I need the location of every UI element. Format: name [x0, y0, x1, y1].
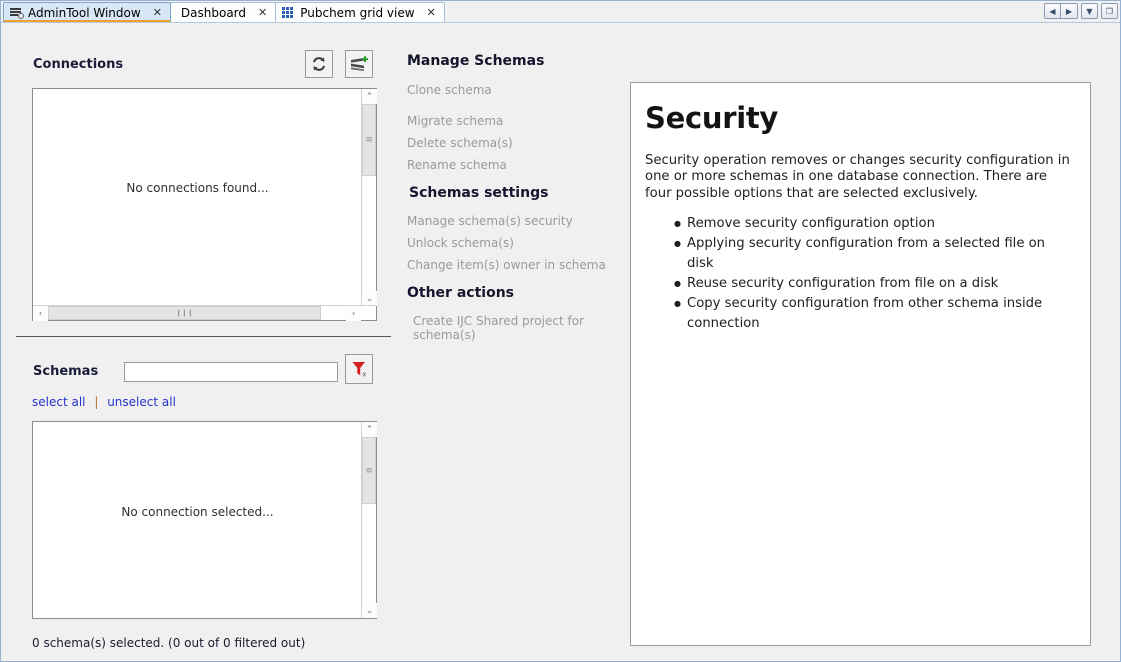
action-group-title: Other actions [407, 285, 622, 301]
unselect-all-link[interactable]: unselect all [107, 395, 176, 409]
actions-column: Manage Schemas Clone schema Migrate sche… [407, 53, 622, 342]
scroll-down-icon[interactable]: ⌄ [362, 603, 377, 618]
tab-strip: AdminTool Window ✕ Dashboard ✕ Pubchem g… [3, 1, 444, 22]
action-group-schemas-settings: Schemas settings Manage schema(s) securi… [407, 185, 622, 272]
close-icon[interactable]: ✕ [151, 6, 164, 19]
content-area: Connections No connections found... [1, 23, 1120, 661]
schemas-empty-message: No connection selected... [33, 505, 362, 519]
connections-empty-message: No connections found... [33, 181, 362, 195]
help-panel-title: Security [645, 101, 1074, 135]
panel-divider [16, 336, 391, 337]
vertical-scroll-thumb[interactable]: ≡ [362, 437, 376, 504]
filter-clear-icon: x [351, 360, 368, 378]
clear-filter-button[interactable]: x [345, 354, 373, 384]
scroll-down-icon[interactable]: ⌄ [362, 291, 377, 306]
refresh-connections-button[interactable] [305, 50, 333, 78]
action-unlock-schemas[interactable]: Unlock schema(s) [407, 236, 622, 250]
connections-list[interactable]: No connections found... ⌃ ≡ ⌄ ‹ ❙❙❙ › [32, 88, 377, 321]
help-panel-bullet-list: Remove security configuration option App… [645, 214, 1074, 334]
schemas-header: Schemas [33, 364, 98, 379]
tab-list-dropdown-button[interactable]: ▼ [1081, 3, 1098, 19]
admin-tool-window: AdminTool Window ✕ Dashboard ✕ Pubchem g… [0, 0, 1121, 662]
tab-bar: AdminTool Window ✕ Dashboard ✕ Pubchem g… [1, 1, 1121, 23]
schemas-vertical-scrollbar[interactable]: ⌃ ≡ ⌄ [361, 422, 376, 618]
action-create-ijc-shared-project[interactable]: Create IJC Shared project for schema(s) [413, 314, 622, 342]
add-connection-icon [349, 55, 369, 73]
window-controls: ◀ ▶ ▼ ❐ [1044, 3, 1118, 19]
scroll-right-icon[interactable]: › [346, 306, 361, 321]
schemas-status-text: 0 schema(s) selected. (0 out of 0 filter… [32, 636, 305, 650]
scroll-tabs-left-button[interactable]: ◀ [1044, 3, 1061, 19]
admin-tool-icon [10, 6, 24, 19]
action-group-manage-schemas: Manage Schemas Clone schema Migrate sche… [407, 53, 622, 172]
grid-icon [282, 6, 296, 19]
help-panel-paragraph: Security operation removes or changes se… [645, 153, 1074, 202]
scroll-left-icon[interactable]: ‹ [33, 306, 48, 321]
scroll-tabs-right-button[interactable]: ▶ [1061, 3, 1078, 19]
list-item: Copy security configuration from other s… [687, 294, 1074, 334]
action-group-title: Manage Schemas [407, 53, 622, 69]
schema-filter-input[interactable] [124, 362, 338, 382]
connections-horizontal-scrollbar[interactable]: ‹ ❙❙❙ › [33, 305, 376, 320]
select-links: select all | unselect all [32, 395, 176, 409]
tab-dashboard[interactable]: Dashboard ✕ [170, 2, 276, 22]
schemas-title: Schemas [33, 364, 98, 379]
action-change-items-owner[interactable]: Change item(s) owner in schema [407, 258, 622, 272]
action-manage-schemas-security[interactable]: Manage schema(s) security [407, 214, 622, 228]
tab-admintool-window[interactable]: AdminTool Window ✕ [3, 2, 171, 22]
action-delete-schemas[interactable]: Delete schema(s) [407, 136, 622, 150]
action-group-title: Schemas settings [409, 185, 622, 201]
list-item: Reuse security configuration from file o… [687, 274, 1074, 294]
close-icon[interactable]: ✕ [256, 6, 269, 19]
svg-text:x: x [362, 370, 366, 378]
action-clone-schema[interactable]: Clone schema [407, 83, 622, 97]
action-group-other-actions: Other actions Create IJC Shared project … [407, 285, 622, 342]
link-separator: | [94, 395, 98, 409]
security-help-panel: Security Security operation removes or c… [630, 82, 1091, 646]
restore-window-button[interactable]: ❐ [1101, 3, 1118, 19]
tab-pubchem-grid-view[interactable]: Pubchem grid view ✕ [275, 2, 445, 22]
list-item: Applying security configuration from a s… [687, 234, 1074, 274]
tab-label: AdminTool Window [28, 6, 141, 20]
horizontal-scroll-thumb[interactable]: ❙❙❙ [48, 306, 321, 320]
scroll-up-icon[interactable]: ⌃ [362, 89, 377, 104]
action-rename-schema[interactable]: Rename schema [407, 158, 622, 172]
connections-title: Connections [33, 57, 123, 72]
connections-vertical-scrollbar[interactable]: ⌃ ≡ ⌄ [361, 89, 376, 306]
refresh-icon [310, 55, 328, 73]
action-migrate-schema[interactable]: Migrate schema [407, 114, 622, 128]
scroll-up-icon[interactable]: ⌃ [362, 422, 377, 437]
close-icon[interactable]: ✕ [425, 6, 438, 19]
add-connection-button[interactable] [345, 50, 373, 78]
vertical-scroll-thumb[interactable]: ≡ [362, 104, 376, 176]
tab-label: Pubchem grid view [300, 6, 414, 20]
schemas-list[interactable]: No connection selected... ⌃ ≡ ⌄ [32, 421, 377, 619]
connections-header: Connections [33, 57, 123, 72]
select-all-link[interactable]: select all [32, 395, 86, 409]
list-item: Remove security configuration option [687, 214, 1074, 234]
tab-label: Dashboard [181, 6, 246, 20]
